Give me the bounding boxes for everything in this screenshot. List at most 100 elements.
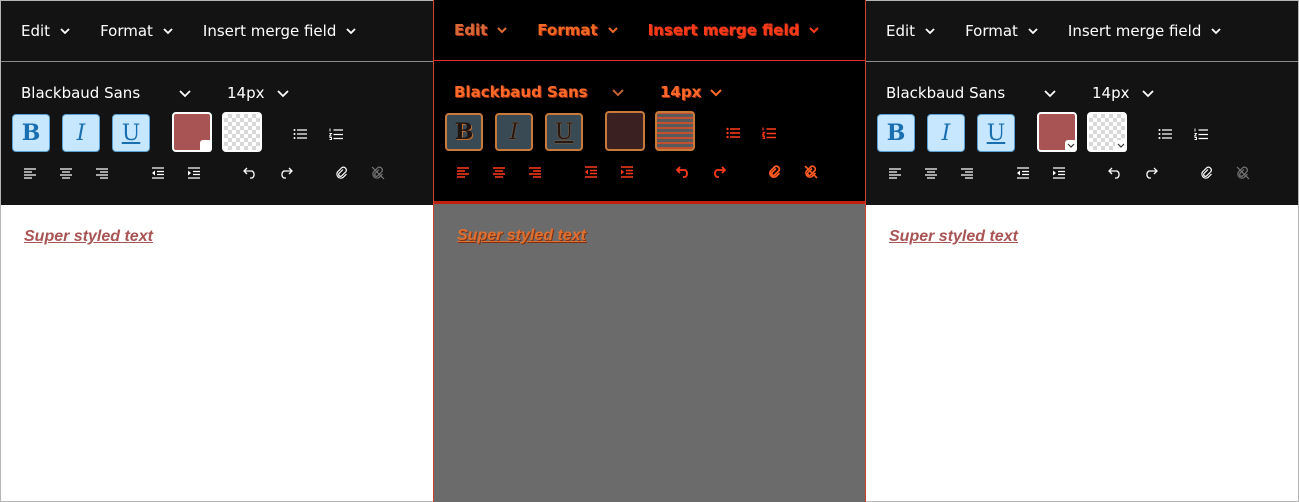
chevron-down-icon (346, 26, 356, 36)
font-size-select[interactable]: 14px (227, 84, 289, 102)
editor-panel-3: Edit Format Insert merge field Blackbaud… (866, 0, 1299, 502)
indent-icon[interactable] (1049, 163, 1069, 183)
menu-edit[interactable]: Edit (886, 22, 935, 40)
font-family-value: Blackbaud Sans (454, 83, 588, 101)
toolbar: Blackbaud Sans 14px B I U (1, 62, 433, 205)
italic-button[interactable]: I (927, 114, 965, 152)
menu-insert-merge-field[interactable]: Insert merge field (203, 22, 356, 40)
align-center-icon[interactable] (921, 163, 941, 183)
editor-content[interactable]: Super styled text (1, 205, 433, 501)
chevron-down-icon (1142, 88, 1154, 98)
underline-button[interactable]: U (977, 114, 1015, 152)
align-right-icon[interactable] (92, 163, 112, 183)
font-size-value: 14px (1092, 84, 1130, 102)
indent-icon[interactable] (617, 162, 637, 182)
undo-icon[interactable] (673, 162, 693, 182)
unlink-icon[interactable] (1233, 163, 1253, 183)
chevron-down-icon (179, 88, 191, 98)
font-family-value: Blackbaud Sans (886, 84, 1006, 102)
font-size-select[interactable]: 14px (660, 83, 722, 101)
highlight-color-picker[interactable] (222, 112, 262, 152)
italic-button[interactable]: I (62, 114, 100, 152)
redo-icon[interactable] (709, 162, 729, 182)
font-family-select[interactable]: Blackbaud Sans (454, 83, 624, 101)
menu-insert-merge-field[interactable]: Insert merge field (648, 21, 820, 39)
undo-icon[interactable] (240, 163, 260, 183)
italic-button[interactable]: I (495, 113, 533, 151)
menu-edit-label: Edit (886, 22, 916, 40)
numbered-list-icon[interactable] (326, 124, 346, 144)
font-size-value: 14px (660, 83, 702, 101)
outdent-icon[interactable] (1013, 163, 1033, 183)
menu-insert-merge-field[interactable]: Insert merge field (1068, 22, 1221, 40)
chevron-down-icon (809, 25, 819, 35)
font-size-select[interactable]: 14px (1092, 84, 1154, 102)
menu-insert-merge-field-label: Insert merge field (202, 22, 337, 40)
highlight-color-picker[interactable] (655, 111, 695, 151)
redo-icon[interactable] (1141, 163, 1161, 183)
indent-icon[interactable] (184, 163, 204, 183)
editor-panel-1: Edit Format Insert merge field Blackbaud… (0, 0, 433, 502)
bullet-list-icon[interactable] (290, 124, 310, 144)
outdent-icon[interactable] (148, 163, 168, 183)
chevron-down-icon (1065, 140, 1077, 152)
link-icon[interactable] (332, 163, 352, 183)
chevron-down-icon (1028, 26, 1038, 36)
editor-content[interactable]: Super styled text (434, 204, 865, 501)
redo-icon[interactable] (276, 163, 296, 183)
underline-button[interactable]: U (545, 113, 583, 151)
font-size-value: 14px (227, 84, 265, 102)
menu-format[interactable]: Format (965, 22, 1038, 40)
styled-text: Super styled text (889, 228, 1018, 245)
link-icon[interactable] (1197, 163, 1217, 183)
font-family-select[interactable]: Blackbaud Sans (886, 84, 1056, 102)
menu-insert-merge-field-label: Insert merge field (647, 21, 800, 39)
menu-format-label: Format (100, 22, 153, 40)
chevron-down-icon (925, 26, 935, 36)
link-icon[interactable] (765, 162, 785, 182)
chevron-down-icon (497, 25, 508, 35)
toolbar: Blackbaud Sans 14px B I U (434, 61, 865, 204)
align-center-icon[interactable] (489, 162, 509, 182)
text-color-picker[interactable] (172, 112, 212, 152)
menu-edit[interactable]: Edit (454, 21, 508, 39)
menu-format[interactable]: Format (100, 22, 173, 40)
align-right-icon[interactable] (525, 162, 545, 182)
undo-icon[interactable] (1105, 163, 1125, 183)
menu-format-label: Format (965, 22, 1018, 40)
align-left-icon[interactable] (20, 163, 40, 183)
editor-panel-2: Edit Format Insert merge field Blackbaud… (433, 0, 866, 502)
bullet-list-icon[interactable] (1155, 124, 1175, 144)
editor-comparison-row: Edit Format Insert merge field Blackbaud… (0, 0, 1299, 502)
menubar: Edit Format Insert merge field (866, 1, 1298, 62)
chevron-down-icon (163, 26, 173, 36)
bullet-list-icon[interactable] (723, 123, 743, 143)
editor-content[interactable]: Super styled text (866, 205, 1298, 501)
text-color-picker[interactable] (605, 111, 645, 151)
styled-text: Super styled text (24, 228, 153, 245)
align-center-icon[interactable] (56, 163, 76, 183)
numbered-list-icon[interactable] (1191, 124, 1211, 144)
bold-button[interactable]: B (445, 113, 483, 151)
menu-format[interactable]: Format (537, 21, 618, 39)
chevron-down-icon (277, 88, 289, 98)
bold-button[interactable]: B (12, 114, 50, 152)
menu-edit[interactable]: Edit (21, 22, 70, 40)
align-left-icon[interactable] (453, 162, 473, 182)
corner-indicator (200, 140, 212, 152)
chevron-down-icon (710, 87, 722, 97)
text-color-picker[interactable] (1037, 112, 1077, 152)
align-right-icon[interactable] (957, 163, 977, 183)
menu-edit-label: Edit (454, 21, 488, 39)
menu-insert-merge-field-label: Insert merge field (1067, 22, 1202, 40)
highlight-color-picker[interactable] (1087, 112, 1127, 152)
unlink-icon[interactable] (801, 162, 821, 182)
align-left-icon[interactable] (885, 163, 905, 183)
bold-button[interactable]: B (877, 114, 915, 152)
numbered-list-icon[interactable] (759, 123, 779, 143)
outdent-icon[interactable] (581, 162, 601, 182)
unlink-icon[interactable] (368, 163, 388, 183)
chevron-down-icon (1115, 140, 1127, 152)
font-family-select[interactable]: Blackbaud Sans (21, 84, 191, 102)
underline-button[interactable]: U (112, 114, 150, 152)
